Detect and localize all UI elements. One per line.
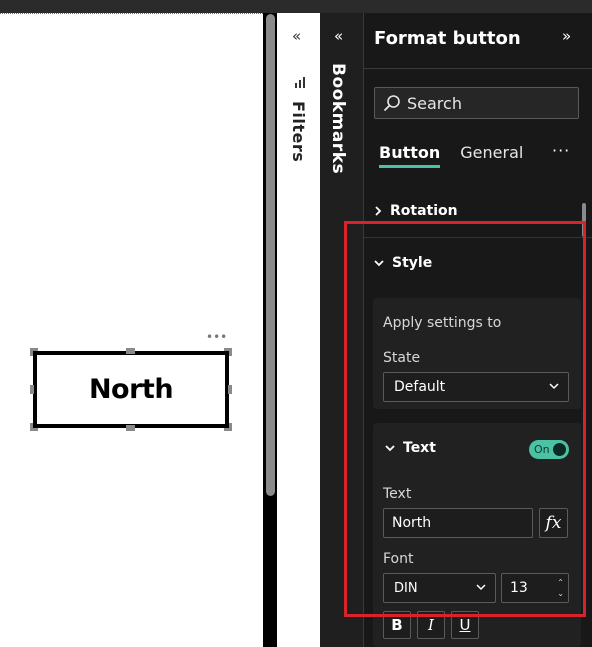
tab-button[interactable]: Button bbox=[379, 143, 441, 168]
filter-icon bbox=[295, 77, 305, 88]
button-text: North bbox=[88, 374, 174, 405]
resize-handle-top[interactable] bbox=[126, 348, 135, 354]
pane-expand-icon[interactable]: » bbox=[562, 27, 571, 45]
resize-handle-left[interactable] bbox=[30, 385, 34, 394]
highlight-annotation bbox=[344, 221, 586, 617]
filters-label[interactable]: Filters bbox=[289, 101, 308, 162]
bookmarks-collapse-icon[interactable]: « bbox=[334, 27, 343, 45]
section-rotation[interactable]: Rotation bbox=[374, 203, 458, 219]
resize-handle-top-right[interactable] bbox=[224, 348, 232, 356]
resize-handle-right[interactable] bbox=[228, 385, 232, 394]
bold-label: B bbox=[391, 616, 403, 634]
section-rotation-label: Rotation bbox=[390, 203, 458, 219]
filters-collapse-icon[interactable]: « bbox=[292, 27, 301, 45]
search-input[interactable]: Search bbox=[374, 87, 579, 119]
search-icon bbox=[383, 95, 400, 112]
divider bbox=[364, 68, 592, 69]
north-button-visual[interactable]: North bbox=[33, 351, 229, 428]
bookmarks-label[interactable]: Bookmarks bbox=[328, 63, 348, 174]
tab-general[interactable]: General bbox=[460, 143, 523, 168]
filters-pane[interactable]: « Filters bbox=[277, 13, 320, 647]
report-canvas[interactable]: ••• bbox=[0, 13, 263, 647]
resize-handle-top-left[interactable] bbox=[30, 348, 38, 356]
format-pane-title: Format button bbox=[374, 28, 521, 49]
underline-label: U bbox=[459, 616, 471, 634]
visual-more-options-icon[interactable]: ••• bbox=[206, 331, 227, 343]
italic-label: I bbox=[428, 616, 434, 634]
search-placeholder: Search bbox=[407, 93, 462, 113]
resize-handle-bottom-left[interactable] bbox=[30, 423, 38, 431]
format-tabs: Button General bbox=[379, 143, 523, 168]
resize-handle-bottom-right[interactable] bbox=[224, 423, 232, 431]
more-options-icon[interactable]: ··· bbox=[552, 141, 570, 160]
top-bar bbox=[0, 0, 592, 13]
chevron-right-icon bbox=[375, 206, 382, 216]
resize-handle-bottom[interactable] bbox=[126, 425, 135, 431]
canvas-scrollbar-thumb[interactable] bbox=[266, 14, 275, 496]
